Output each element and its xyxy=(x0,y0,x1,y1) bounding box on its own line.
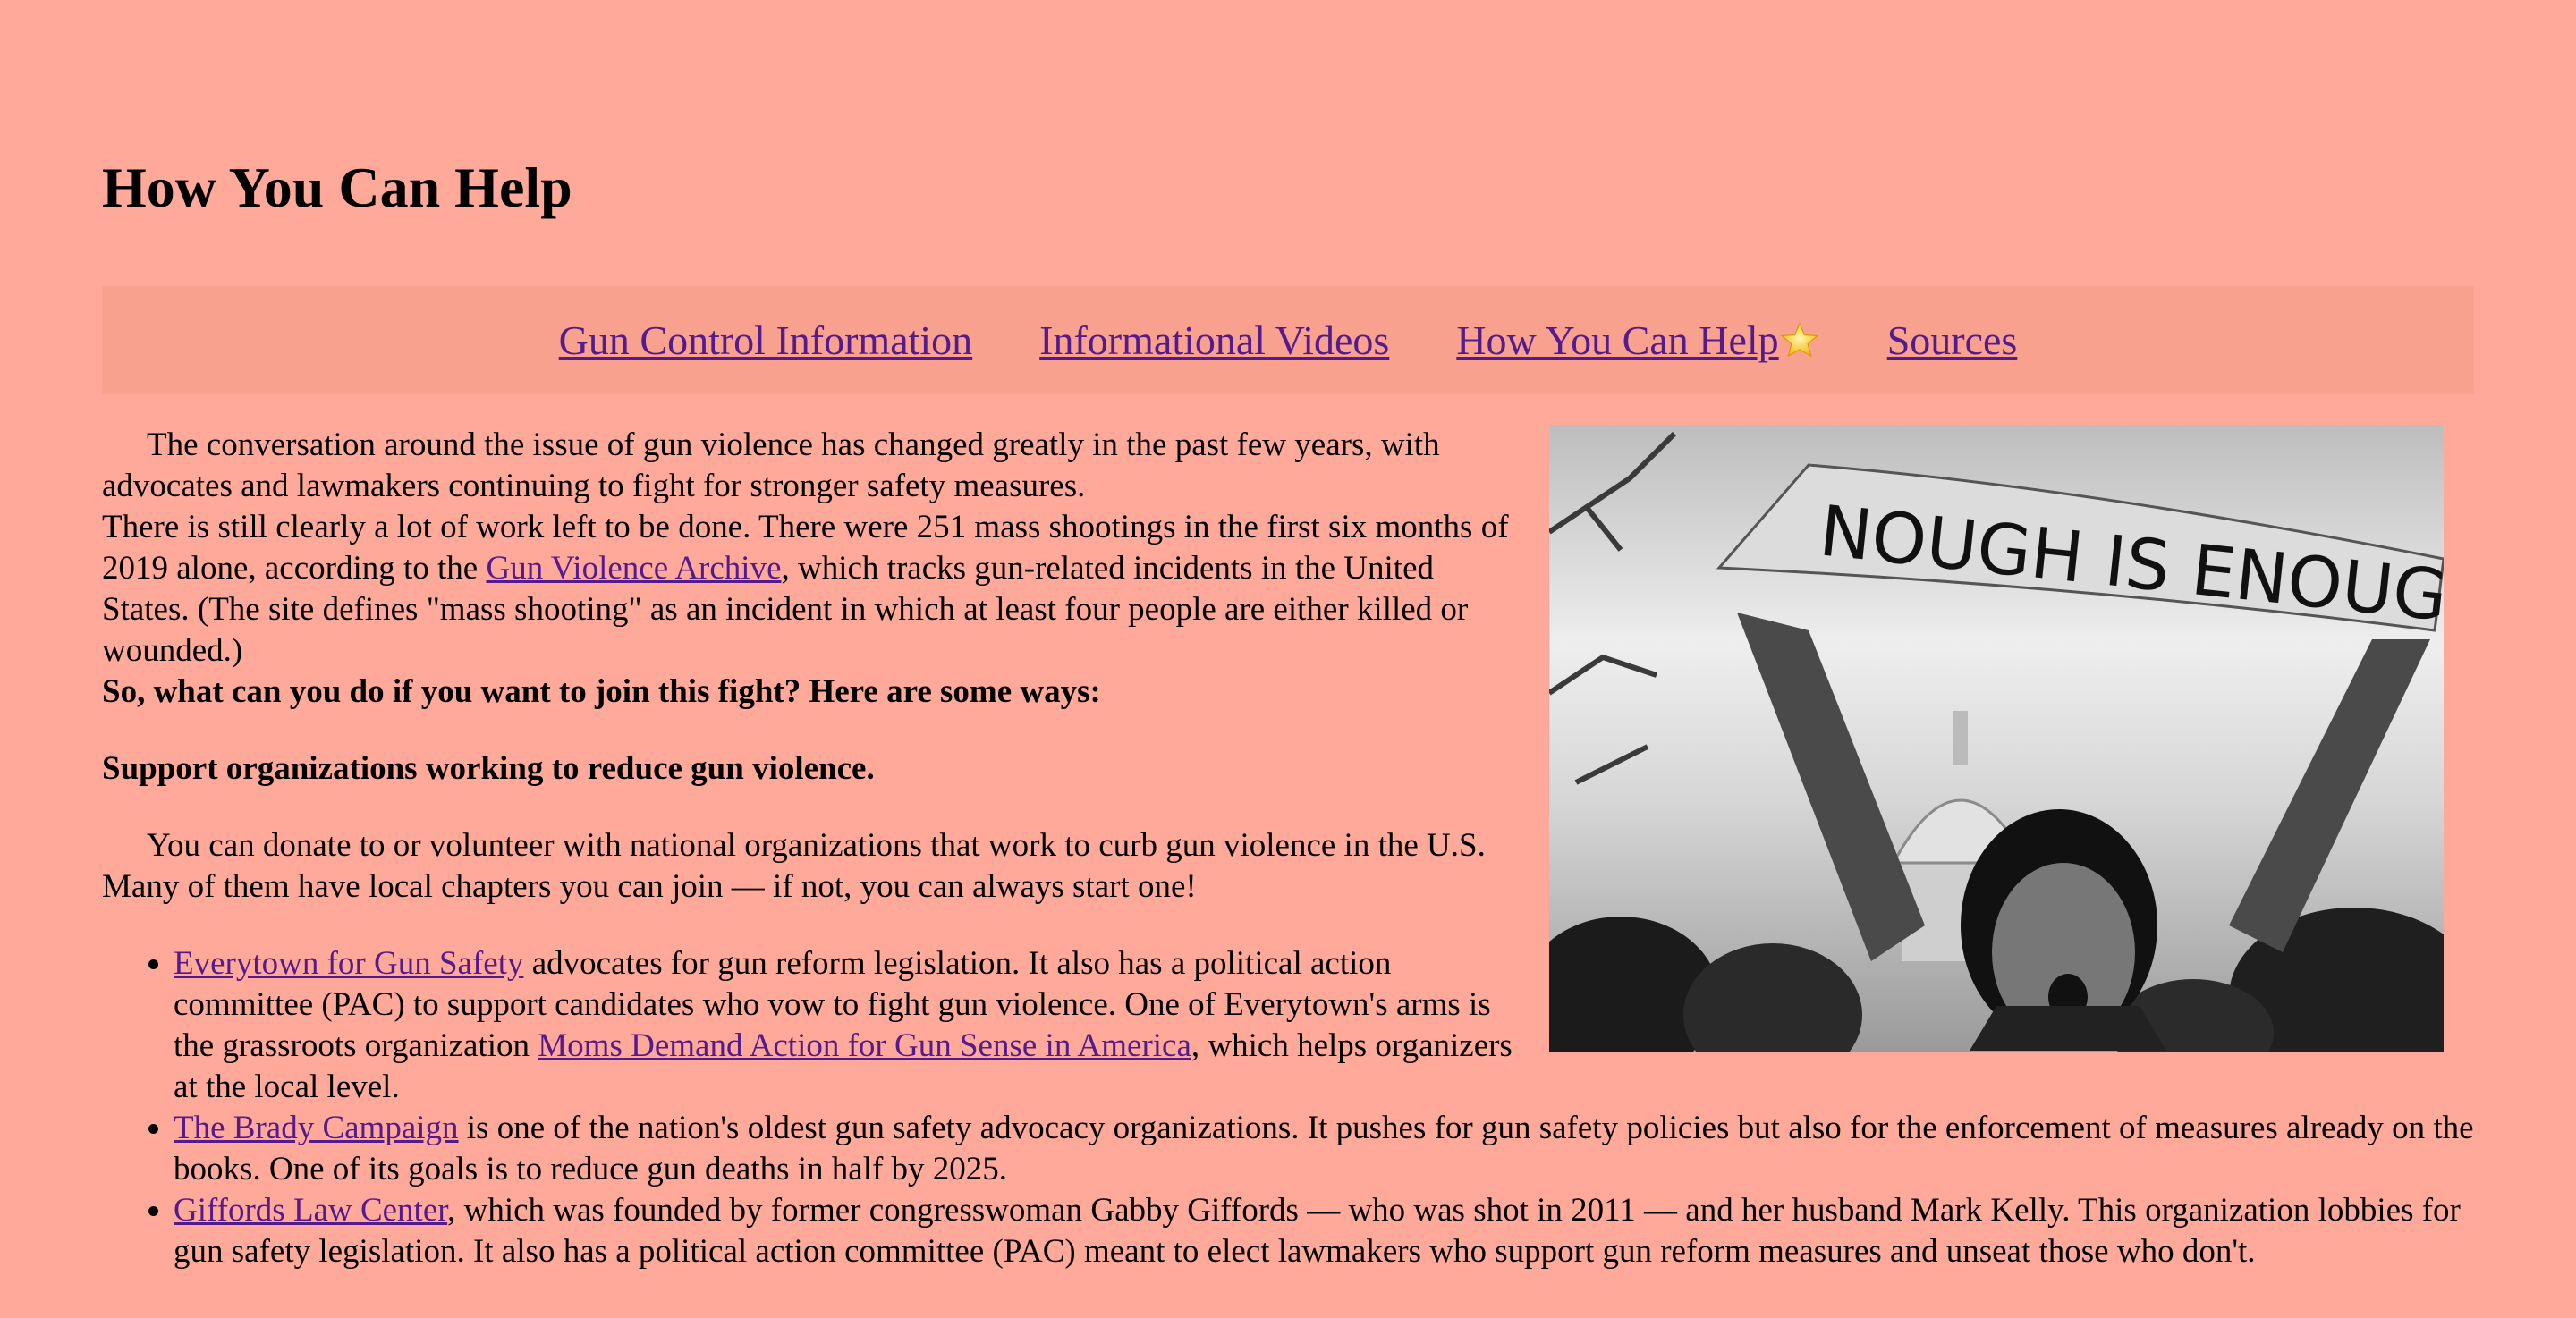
page-title: How You Can Help xyxy=(102,156,572,219)
nav-link-sources[interactable]: Sources xyxy=(1887,317,2018,364)
list-item: The Brady Campaign is one of the nation'… xyxy=(174,1108,2474,1190)
protest-photo: NOUGH IS ENOUGH xyxy=(1549,425,2444,1052)
gun-violence-archive-link[interactable]: Gun Violence Archive xyxy=(486,550,781,587)
protest-photo-illustration: NOUGH IS ENOUGH xyxy=(1549,425,2444,1052)
giffords-law-center-link[interactable]: Giffords Law Center xyxy=(174,1192,447,1229)
brady-campaign-text: is one of the nation's oldest gun safety… xyxy=(174,1110,2474,1187)
top-nav: Gun Control Information Informational Vi… xyxy=(102,286,2474,394)
nav-link-informational-videos[interactable]: Informational Videos xyxy=(1039,317,1389,364)
everytown-link[interactable]: Everytown for Gun Safety xyxy=(174,945,523,982)
list-item: Giffords Law Center, which was founded b… xyxy=(174,1190,2474,1272)
giffords-text: , which was founded by former congresswo… xyxy=(174,1192,2461,1270)
nav-link-gun-control-information[interactable]: Gun Control Information xyxy=(559,317,973,364)
nav-link-how-you-can-help-label: How You Can Help xyxy=(1456,317,1779,363)
page: How You Can Help Gun Control Information… xyxy=(0,0,2576,1318)
star-icon xyxy=(1780,322,1819,358)
moms-demand-action-link[interactable]: Moms Demand Action for Gun Sense in Amer… xyxy=(538,1027,1191,1064)
nav-link-how-you-can-help[interactable]: How You Can Help xyxy=(1456,317,1819,364)
brady-campaign-link[interactable]: The Brady Campaign xyxy=(174,1110,459,1146)
main-content: NOUGH IS ENOUGH The conversation around … xyxy=(102,425,2474,1272)
